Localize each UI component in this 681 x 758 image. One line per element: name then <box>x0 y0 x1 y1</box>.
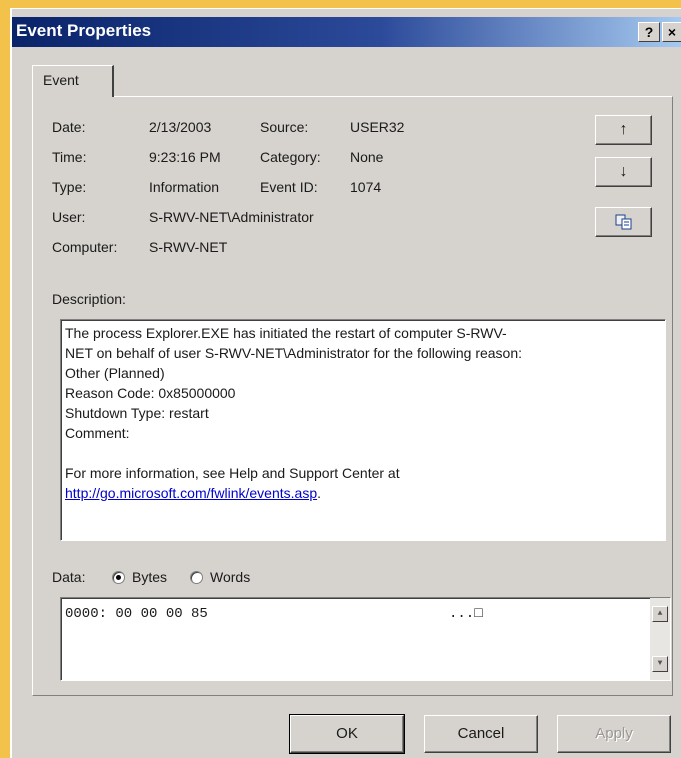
description-line: Comment: <box>65 425 130 441</box>
description-line: Reason Code: 0x85000000 <box>65 385 236 401</box>
scroll-up-icon: ▲ <box>657 609 663 618</box>
description-line: For more information, see Help and Suppo… <box>65 465 400 481</box>
words-radio[interactable] <box>190 571 203 584</box>
category-label: Category: <box>260 149 321 165</box>
ok-button[interactable]: OK <box>289 714 405 754</box>
description-label: Description: <box>52 291 126 307</box>
date-value: 2/13/2003 <box>149 119 212 135</box>
description-line: NET on behalf of user S-RWV-NET\Administ… <box>65 345 523 361</box>
close-button[interactable]: × <box>662 22 681 42</box>
time-value: 9:23:16 PM <box>149 149 221 165</box>
tab-event[interactable]: Event <box>32 65 114 97</box>
description-line: The process Explorer.EXE has initiated t… <box>65 325 507 341</box>
previous-event-button[interactable]: ↑ <box>595 115 652 145</box>
bytes-radio-label[interactable]: Bytes <box>132 569 167 585</box>
event-properties-dialog: Event Properties ? × Event Date: 2/13/20… <box>10 8 681 758</box>
data-ascii-row: ...□ <box>449 606 483 622</box>
computer-value: S-RWV-NET <box>149 239 228 255</box>
data-label: Data: <box>52 569 86 585</box>
words-radio-label[interactable]: Words <box>210 569 250 585</box>
description-link-line: http://go.microsoft.com/fwlink/events.as… <box>65 483 661 503</box>
type-value: Information <box>149 179 220 195</box>
description-line: Shutdown Type: restart <box>65 405 209 421</box>
data-text-box[interactable]: 0000: 00 00 00 85 ...□ ▲ ▼ <box>60 597 671 681</box>
copy-button[interactable] <box>595 207 652 237</box>
event-id-label: Event ID: <box>260 179 318 195</box>
window-title: Event Properties <box>16 21 152 40</box>
scroll-down-icon: ▼ <box>657 659 663 668</box>
next-event-button[interactable]: ↓ <box>595 157 652 187</box>
date-label: Date: <box>52 119 86 135</box>
bytes-radio[interactable] <box>112 571 125 584</box>
time-label: Time: <box>52 149 87 165</box>
help-button[interactable]: ? <box>638 22 660 42</box>
title-bar[interactable]: Event Properties ? × <box>12 17 681 47</box>
arrow-up-icon: ↑ <box>619 121 628 138</box>
user-label: User: <box>52 209 86 225</box>
help-link[interactable]: http://go.microsoft.com/fwlink/events.as… <box>65 485 317 501</box>
description-text-box[interactable]: The process Explorer.EXE has initiated t… <box>60 319 666 541</box>
description-line <box>65 443 661 463</box>
copy-icon <box>615 214 631 230</box>
event-id-value: 1074 <box>350 179 382 195</box>
link-suffix: . <box>317 485 321 501</box>
scroll-up-button[interactable]: ▲ <box>652 606 668 622</box>
source-value: USER32 <box>350 119 405 135</box>
data-hex-row: 0000: 00 00 00 85 <box>65 606 208 622</box>
description-line: Other (Planned) <box>65 365 165 381</box>
apply-button[interactable]: Apply <box>557 715 671 753</box>
data-scrollbar[interactable]: ▲ ▼ <box>650 598 670 680</box>
scroll-down-button[interactable]: ▼ <box>652 656 668 672</box>
category-value: None <box>350 149 384 165</box>
computer-label: Computer: <box>52 239 118 255</box>
type-label: Type: <box>52 179 87 195</box>
user-value: S-RWV-NET\Administrator <box>149 209 314 225</box>
tab-event-label: Event <box>43 72 79 88</box>
cancel-button[interactable]: Cancel <box>424 715 538 753</box>
arrow-down-icon: ↓ <box>619 163 628 180</box>
source-label: Source: <box>260 119 309 135</box>
